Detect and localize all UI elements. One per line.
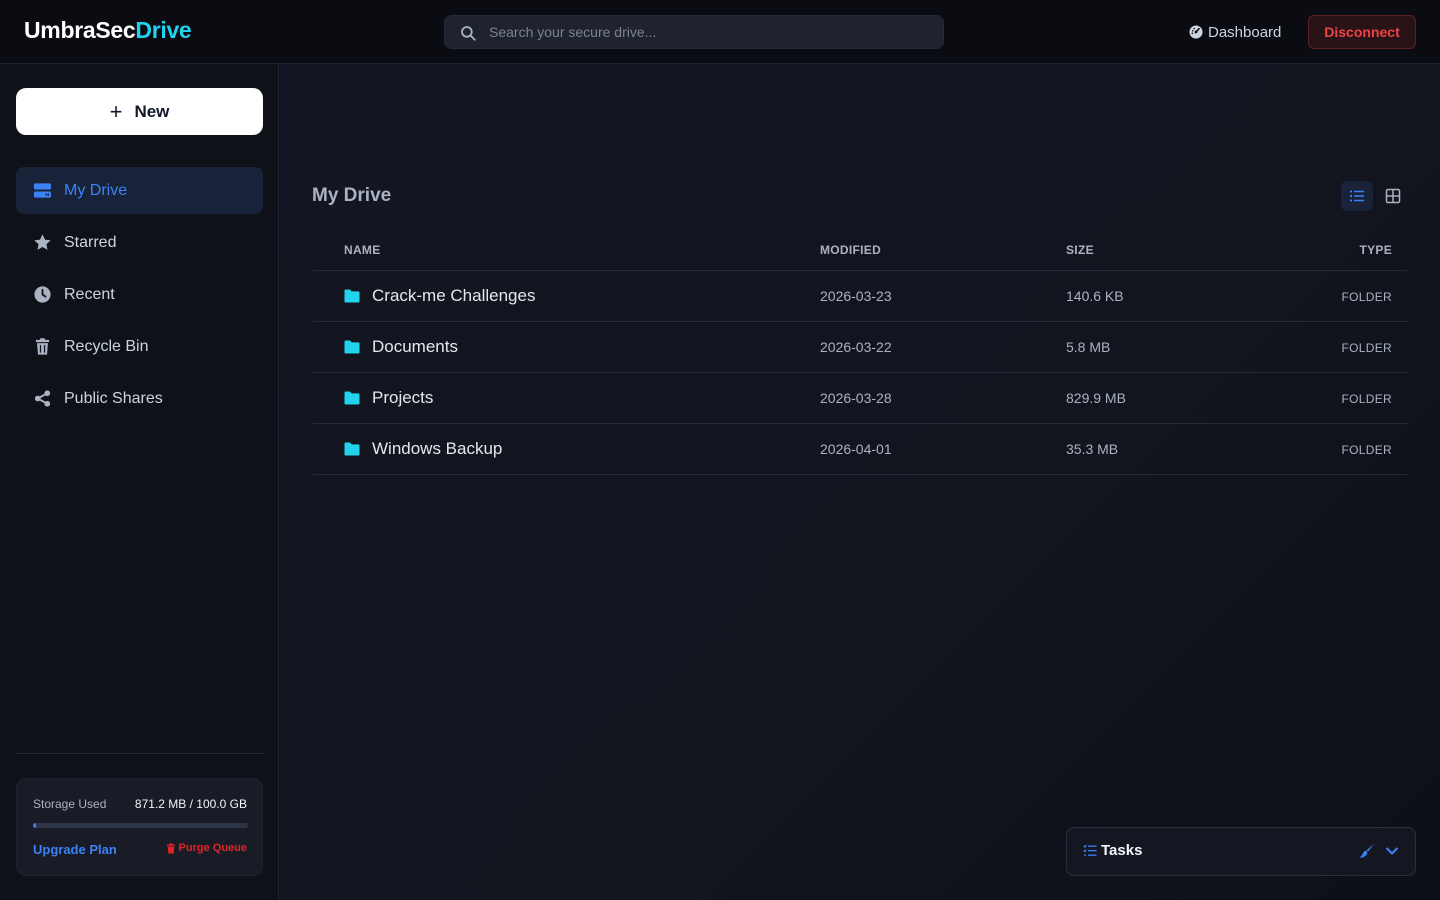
- sidebar-item-starred[interactable]: Starred: [16, 219, 263, 266]
- search-bar[interactable]: [444, 15, 944, 49]
- file-modified: 2026-03-28: [820, 390, 892, 406]
- task-list-icon: [1083, 844, 1097, 856]
- folder-icon: [344, 442, 360, 456]
- file-table: NAME MODIFIED SIZE TYPE Crack-me Challen…: [313, 230, 1407, 475]
- table-row[interactable]: Projects 2026-03-28 829.9 MB FOLDER: [313, 373, 1407, 424]
- file-type: FOLDER: [1341, 290, 1392, 304]
- folder-icon: [344, 289, 360, 303]
- table-header: NAME MODIFIED SIZE TYPE: [313, 230, 1407, 271]
- sidebar-item-public-shares[interactable]: Public Shares: [16, 375, 263, 422]
- storage-card: Storage Used 871.2 MB / 100.0 GB Upgrade…: [16, 778, 263, 876]
- disconnect-button[interactable]: Disconnect: [1308, 15, 1416, 49]
- storage-progress-fill: [33, 823, 36, 828]
- sidebar-divider: [16, 753, 263, 754]
- grid-view-button[interactable]: [1377, 181, 1409, 211]
- grid-icon: [1385, 188, 1401, 204]
- clear-tasks-icon[interactable]: [1359, 843, 1375, 859]
- storage-amount: 871.2 MB / 100.0 GB: [134, 797, 247, 811]
- file-size: 35.3 MB: [1066, 441, 1119, 457]
- app-logo[interactable]: UmbraSecDrive: [24, 17, 192, 44]
- storage-progress-bar: [33, 823, 248, 828]
- purge-queue-button[interactable]: Purge Queue: [166, 842, 247, 854]
- file-size: 140.6 KB: [1066, 288, 1124, 304]
- storage-label: Storage Used: [33, 797, 107, 811]
- folder-icon: [344, 340, 360, 354]
- plus-icon: +: [109, 98, 123, 124]
- dashboard-link[interactable]: Dashboard: [1189, 22, 1281, 42]
- top-bar: UmbraSecDrive Dashboard Disconnect: [0, 0, 1440, 64]
- sidebar-item-my-drive[interactable]: My Drive: [16, 167, 263, 214]
- main-content: My Drive NAME MODIFIED SIZE TYPE Crack-m…: [280, 64, 1440, 900]
- sidebar-item-label: My Drive: [64, 181, 128, 199]
- page-title: My Drive: [312, 185, 392, 206]
- sidebar-item-label: Starred: [64, 233, 117, 251]
- new-button[interactable]: + New: [16, 88, 263, 135]
- table-row[interactable]: Crack-me Challenges 2026-03-23 140.6 KB …: [313, 271, 1407, 322]
- new-button-label: New: [134, 101, 170, 121]
- column-header-name[interactable]: NAME: [344, 243, 381, 257]
- file-size: 5.8 MB: [1066, 339, 1111, 355]
- sidebar-item-label: Public Shares: [64, 389, 163, 407]
- search-input[interactable]: [489, 16, 929, 48]
- gauge-icon: [1189, 25, 1203, 39]
- file-name: Documents: [372, 337, 458, 356]
- file-name: Windows Backup: [372, 439, 503, 458]
- file-name: Projects: [372, 388, 434, 407]
- tasks-title: Tasks: [1101, 842, 1143, 859]
- trash-icon: [166, 842, 175, 853]
- tasks-panel[interactable]: Tasks: [1066, 827, 1416, 876]
- app-root: UmbraSecDrive Dashboard Disconnect + New…: [0, 0, 1440, 900]
- folder-icon: [344, 391, 360, 405]
- upgrade-plan-link[interactable]: Upgrade Plan: [33, 842, 117, 857]
- purge-queue-label: Purge Queue: [178, 842, 247, 854]
- file-modified: 2026-03-22: [820, 339, 892, 355]
- star-icon: [32, 233, 52, 253]
- clock-icon: [32, 285, 52, 305]
- column-header-modified[interactable]: MODIFIED: [820, 243, 881, 257]
- dashboard-label: Dashboard: [1208, 23, 1282, 41]
- file-type: FOLDER: [1341, 341, 1392, 355]
- sidebar-item-label: Recycle Bin: [64, 337, 149, 355]
- sidebar-item-recycle-bin[interactable]: Recycle Bin: [16, 323, 263, 370]
- search-icon: [461, 26, 476, 41]
- share-icon: [32, 389, 52, 409]
- sidebar-item-recent[interactable]: Recent: [16, 271, 263, 318]
- file-modified: 2026-03-23: [820, 288, 892, 304]
- file-type: FOLDER: [1341, 392, 1392, 406]
- table-row[interactable]: Documents 2026-03-22 5.8 MB FOLDER: [313, 322, 1407, 373]
- logo-accent-text: Drive: [135, 17, 192, 43]
- table-row[interactable]: Windows Backup 2026-04-01 35.3 MB FOLDER: [313, 424, 1407, 475]
- drive-icon: [32, 181, 52, 201]
- chevron-down-icon[interactable]: [1385, 844, 1399, 858]
- file-name: Crack-me Challenges: [372, 286, 536, 305]
- list-view-button[interactable]: [1341, 181, 1373, 211]
- trash-icon: [32, 337, 52, 357]
- column-header-size[interactable]: SIZE: [1066, 243, 1094, 257]
- logo-text: UmbraSec: [24, 17, 136, 43]
- column-header-type[interactable]: TYPE: [1359, 243, 1392, 257]
- list-icon: [1350, 190, 1364, 202]
- file-type: FOLDER: [1341, 443, 1392, 457]
- sidebar: + New My Drive Starred Recent Recycle Bi…: [0, 64, 279, 900]
- file-modified: 2026-04-01: [820, 441, 892, 457]
- sidebar-item-label: Recent: [64, 285, 115, 303]
- file-size: 829.9 MB: [1066, 390, 1126, 406]
